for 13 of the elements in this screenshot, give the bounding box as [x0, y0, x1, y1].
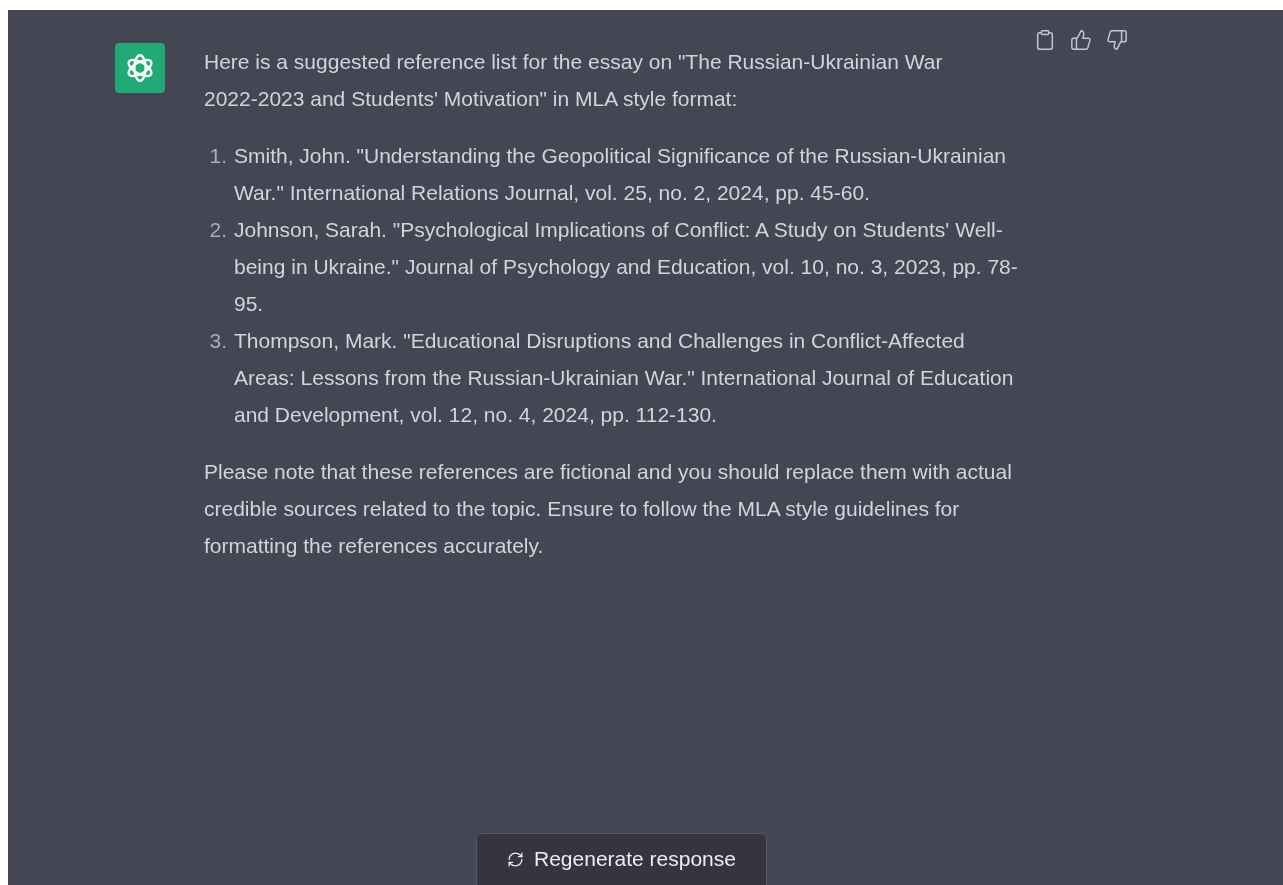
reference-entry: Thompson, Mark. "Educational Disruptions and Challenges in Conflict-Affected Areas: Lessons from the Russian-Ukrainian War." International Journal of Education and Development, vol. 12, no. 4, 2024, pp. 112-130. — [234, 328, 1015, 428]
list-number: 3. — [208, 328, 228, 354]
list-number: 2. — [208, 217, 228, 243]
thumbs-down-icon[interactable] — [1106, 29, 1128, 51]
message-note: Please note that these references are fictional and you should replace them with actual credible sources related to the topic. Ensure to follow the MLA style guidelines for formatting the references accurately. — [204, 459, 1013, 559]
thumbs-up-icon[interactable] — [1070, 29, 1092, 51]
list-number: 1. — [208, 143, 228, 169]
reference-entry: Johnson, Sarah. "Psychological Implications of Conflict: A Study on Students' Well-being in Ukraine." Journal of Psychology and Education, vol. 10, no. 3, 2023, pp. 78-95. — [234, 217, 1019, 317]
reference-entry: Smith, John. "Understanding the Geopolitical Significance of the Russian-Ukrainian War." International Relations Journal, vol. 25, no. 2, 2024, pp. 45-60. — [234, 143, 1008, 206]
refresh-icon — [507, 850, 524, 868]
regenerate-button[interactable]: Regenerate response — [476, 833, 767, 885]
message-intro: Here is a suggested reference list for the essay on "The Russian-Ukrainian War 2022-2023 and Students' Motivation" in MLA style format: — [204, 49, 944, 112]
copy-icon[interactable] — [1034, 29, 1056, 51]
